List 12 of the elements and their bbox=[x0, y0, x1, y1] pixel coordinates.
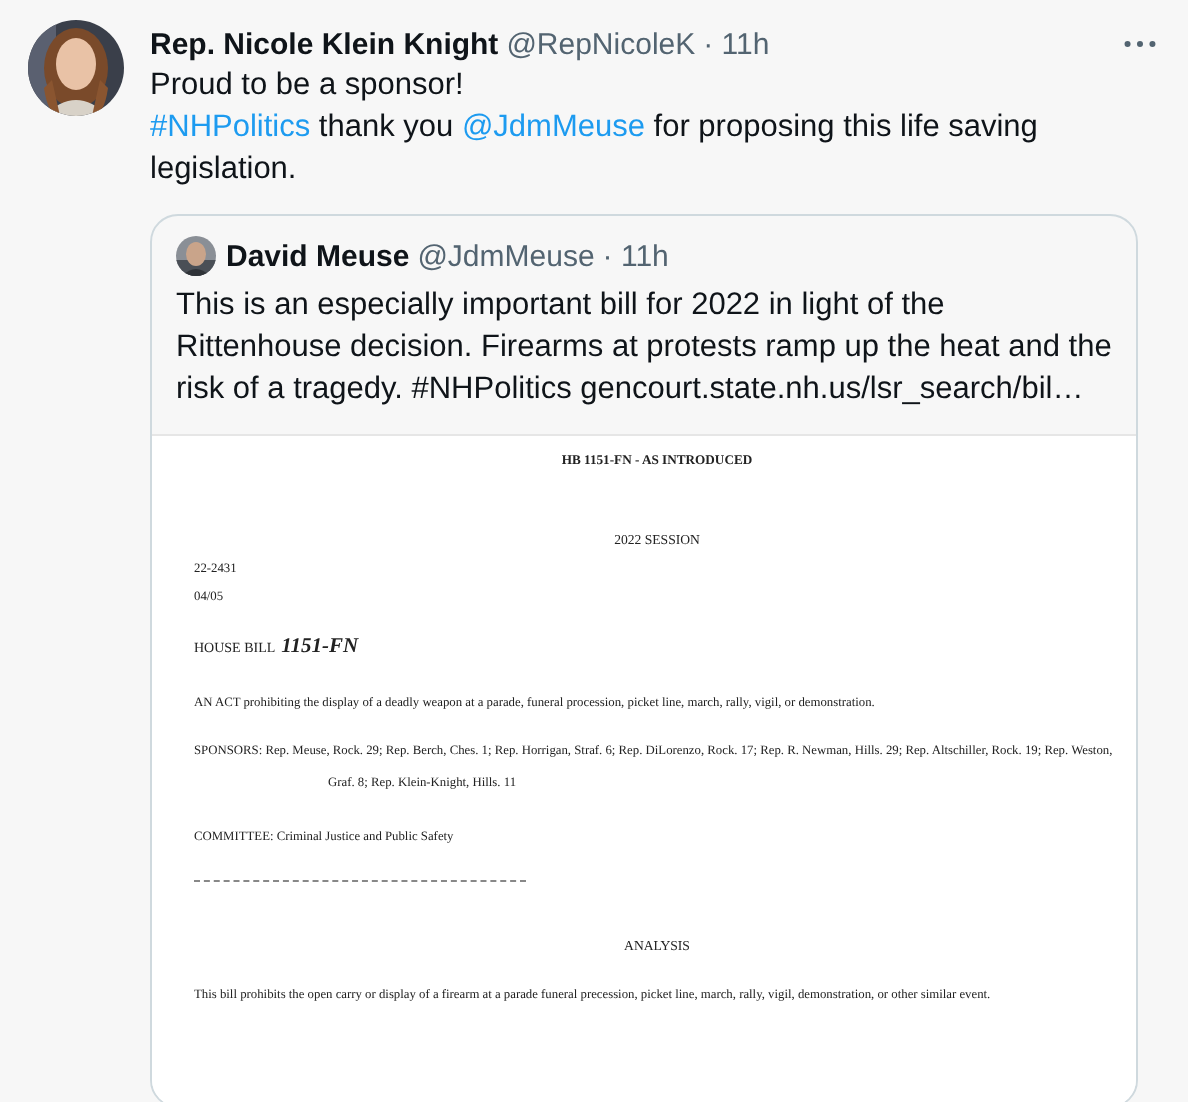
quoted-author-name: David Meuse bbox=[226, 239, 410, 273]
more-icon[interactable] bbox=[1124, 40, 1156, 48]
quoted-tweet-card[interactable] bbox=[150, 214, 1138, 1102]
tweet-time[interactable]: · 11h bbox=[703, 27, 770, 61]
quoted-tweet-time: · 11h bbox=[602, 239, 669, 273]
tweet-text: Proud to be a sponsor! bbox=[150, 66, 466, 106]
author-name[interactable]: Rep. Nicole Klein Knight bbox=[150, 27, 499, 61]
bill-number: 1151-FN bbox=[281, 634, 359, 663]
quoted-tweet-text: This is an especially important bill for 2022 in light of the Rittenhouse decision. Firearms at protests ramp up the heat and the risk of a tragedy. #NHPolitics gencourt.state.nh.us/lsr_search/bil… bbox=[176, 286, 1112, 410]
quoted-author-handle: @JdmMeuse bbox=[417, 239, 595, 273]
author-handle[interactable]: @RepNicoleK bbox=[506, 27, 696, 61]
tweet-text: #NHPolitics thank you @JdmMeuse for proposing this life saving legislation. bbox=[150, 108, 1040, 190]
